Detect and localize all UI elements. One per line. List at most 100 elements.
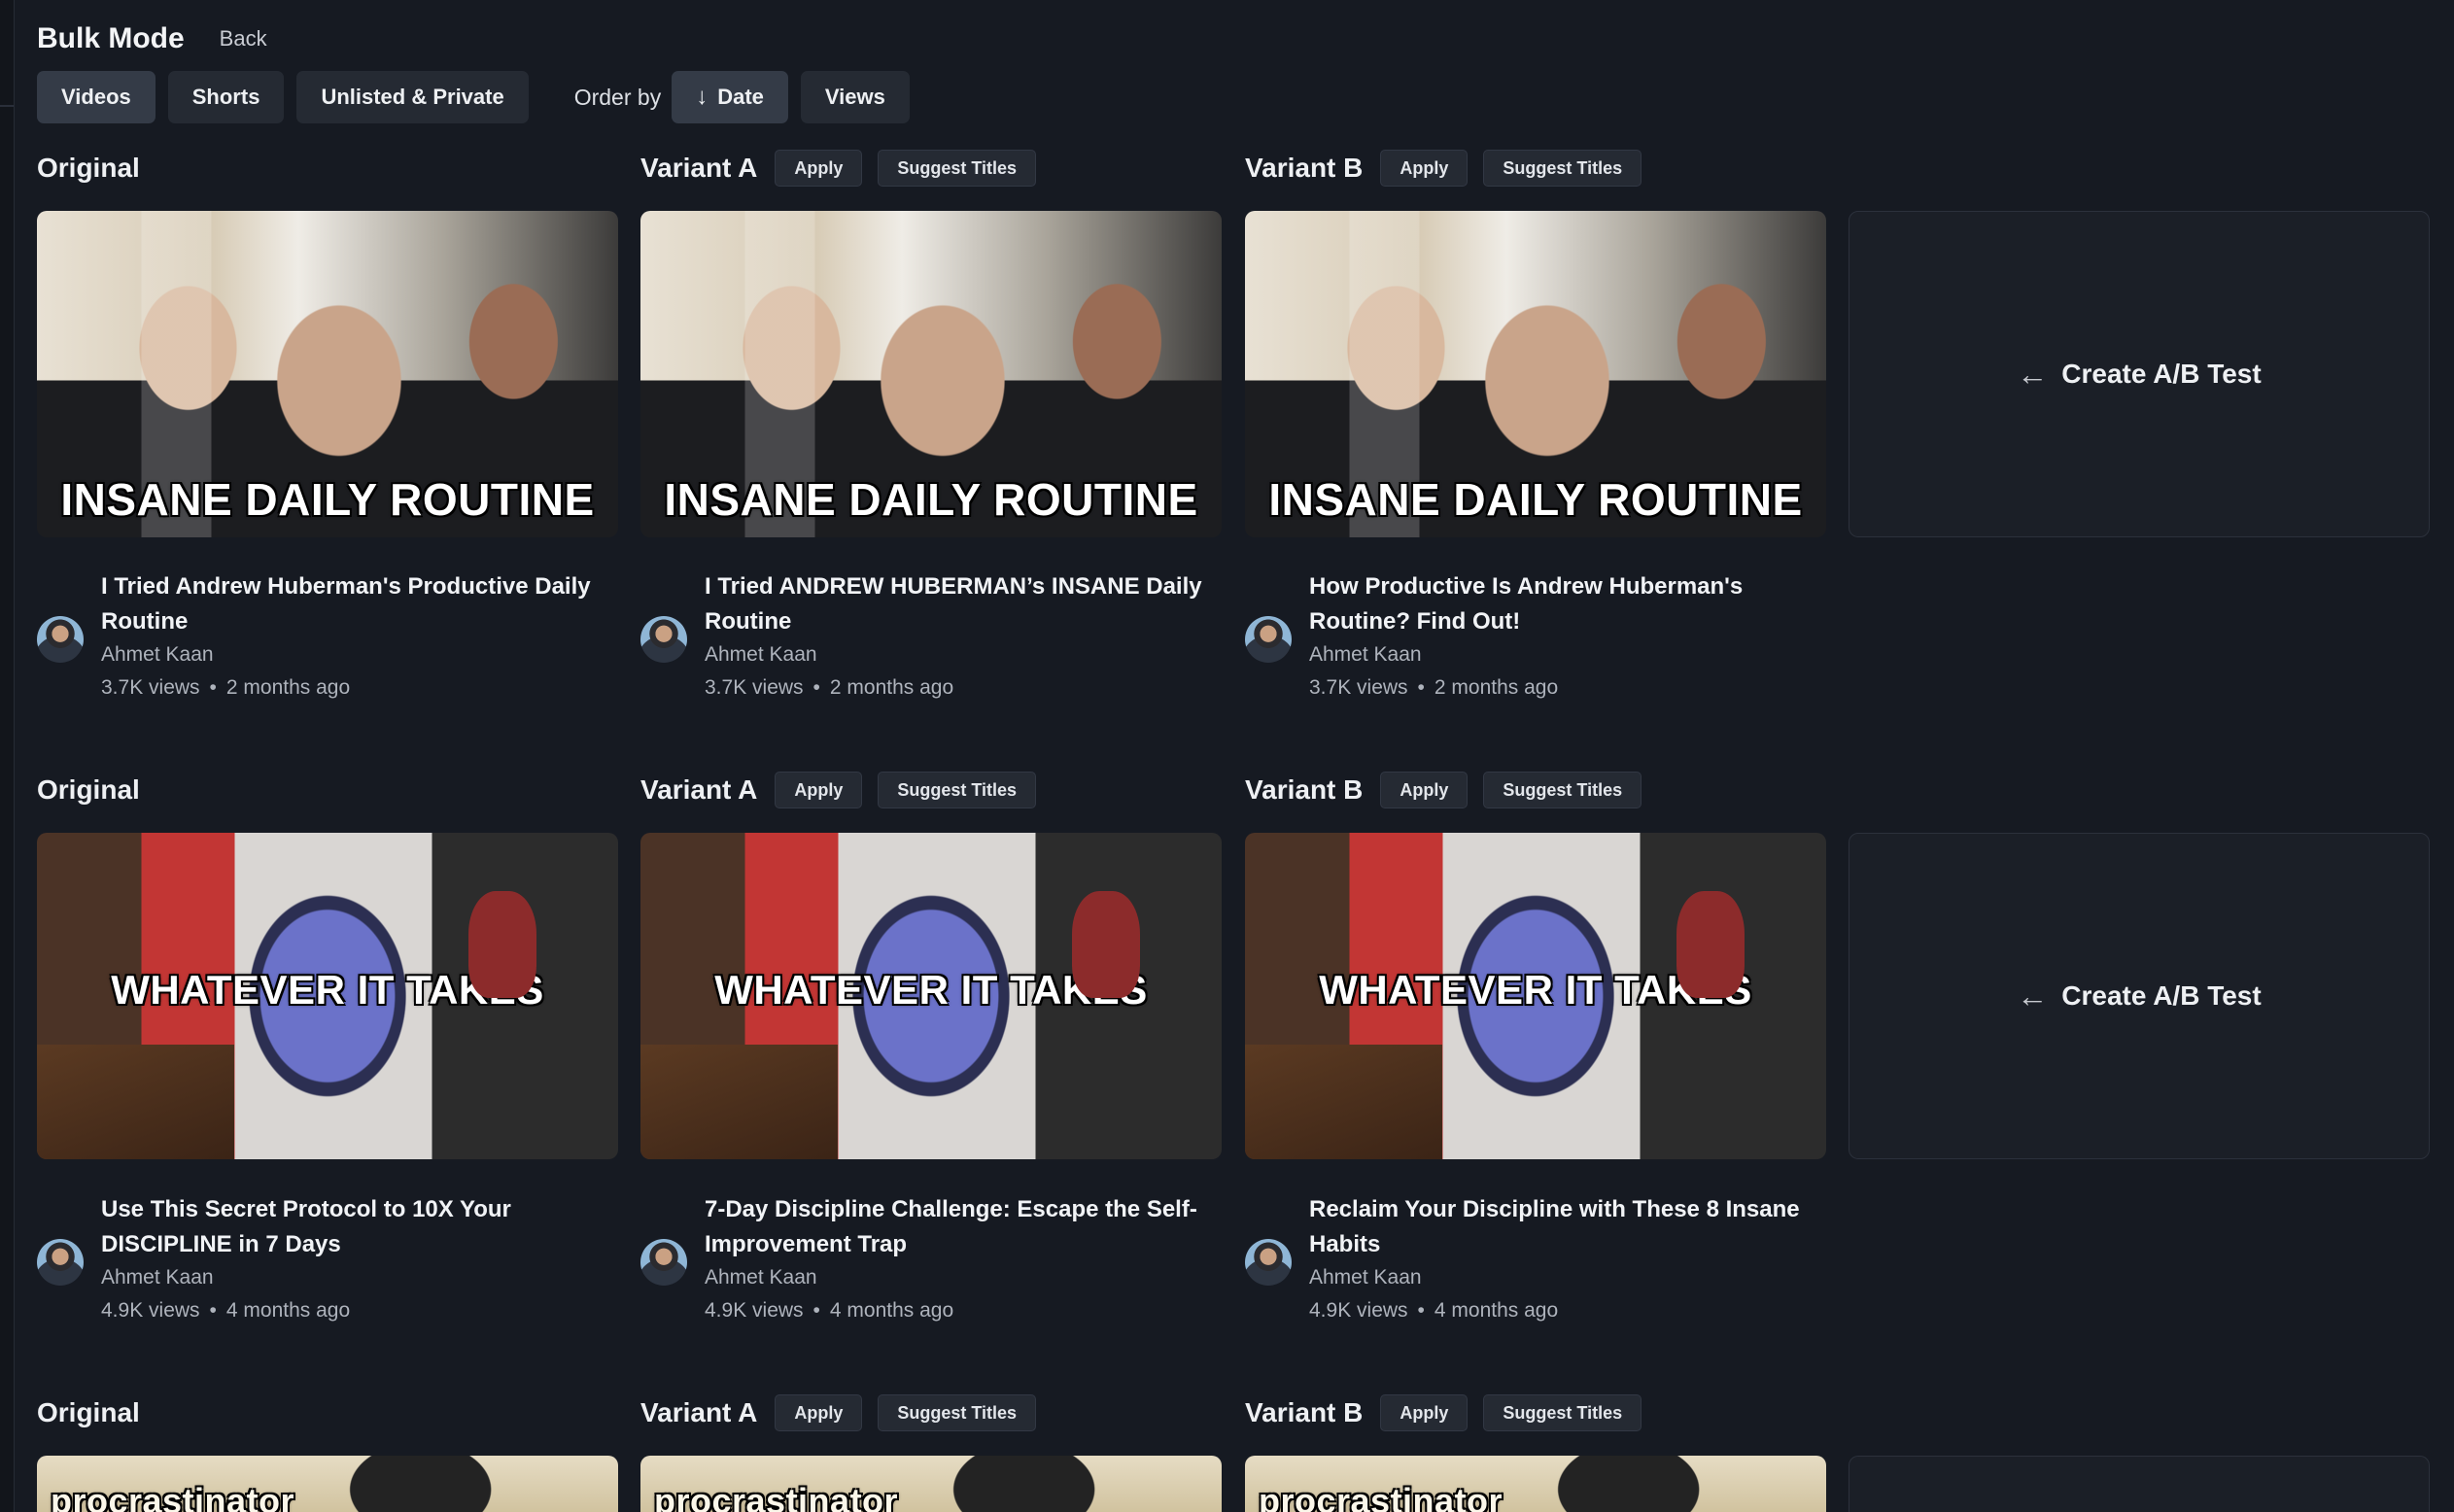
left-rail bbox=[0, 0, 15, 1512]
avatar bbox=[37, 616, 84, 663]
row1-original-header: Original bbox=[37, 149, 142, 188]
view-count: 3.7K views bbox=[101, 676, 200, 699]
original-label: Original bbox=[37, 153, 140, 183]
filter-unlisted-private[interactable]: Unlisted & Private bbox=[296, 71, 529, 123]
upload-age: 4 months ago bbox=[225, 1299, 351, 1322]
thumbnail-caption: INSANE DAILY ROUTINE bbox=[664, 474, 1198, 525]
video-meta-original: I Tried Andrew Huberman's Productive Dai… bbox=[37, 569, 618, 715]
apply-button[interactable]: Apply bbox=[1380, 772, 1469, 808]
row3-variant-b-header: Variant B Apply Suggest Titles bbox=[1245, 1393, 1642, 1432]
thumbnail-variant-b[interactable]: WHATEVER IT TAKES bbox=[1245, 833, 1826, 1159]
video-meta-variant-b: Reclaim Your Discipline with These 8 Ins… bbox=[1245, 1192, 1826, 1338]
video-meta-variant-b: How Productive Is Andrew Huberman's Rout… bbox=[1245, 569, 1826, 715]
channel-name: Ahmet Kaan bbox=[1309, 643, 1422, 666]
arrow-left-icon: ← bbox=[2017, 979, 2049, 1014]
thumbnail-caption: procrastinator bbox=[51, 1481, 295, 1512]
video-stats: 3.7K views • 2 months ago bbox=[705, 676, 954, 699]
create-ab-test-label: Create A/B Test bbox=[2061, 980, 2262, 1011]
toolbar: Videos Shorts Unlisted & Private Order b… bbox=[37, 70, 910, 124]
channel-name: Ahmet Kaan bbox=[101, 643, 214, 666]
thumbnail-caption: procrastinator bbox=[654, 1481, 899, 1512]
channel-name: Ahmet Kaan bbox=[705, 1266, 817, 1289]
apply-button[interactable]: Apply bbox=[775, 1394, 863, 1431]
thumbnail-original[interactable]: INSANE DAILY ROUTINE bbox=[37, 211, 618, 537]
video-stats: 3.7K views • 2 months ago bbox=[1309, 676, 1559, 699]
back-link[interactable]: Back bbox=[220, 26, 267, 52]
thumbnail-variant-b[interactable]: procrastinator bbox=[1245, 1456, 1826, 1512]
row3-variant-a-header: Variant A Apply Suggest Titles bbox=[640, 1393, 1037, 1432]
channel-name: Ahmet Kaan bbox=[101, 1266, 214, 1289]
variant-b-label: Variant B bbox=[1245, 774, 1364, 805]
avatar bbox=[37, 1239, 84, 1286]
order-by-label: Order by bbox=[573, 84, 662, 110]
video-title[interactable]: I Tried Andrew Huberman's Productive Dai… bbox=[101, 569, 616, 639]
video-stats: 4.9K views • 4 months ago bbox=[705, 1299, 954, 1322]
variant-b-label: Variant B bbox=[1245, 153, 1364, 183]
thumbnail-caption: WHATEVER IT TAKES bbox=[1319, 967, 1752, 1013]
row3-original-header: Original bbox=[37, 1393, 142, 1432]
page-header: Bulk Mode Back bbox=[37, 17, 267, 60]
video-title[interactable]: Reclaim Your Discipline with These 8 Ins… bbox=[1309, 1192, 1824, 1262]
variant-b-label: Variant B bbox=[1245, 1397, 1364, 1427]
create-ab-test-card[interactable]: ← Create A/B Test bbox=[1849, 211, 2430, 537]
suggest-titles-button[interactable]: Suggest Titles bbox=[1483, 772, 1642, 808]
upload-age: 4 months ago bbox=[829, 1299, 954, 1322]
thumbnail-caption: WHATEVER IT TAKES bbox=[111, 967, 544, 1013]
video-meta-original: Use This Secret Protocol to 10X Your DIS… bbox=[37, 1192, 618, 1338]
video-meta-variant-a: 7-Day Discipline Challenge: Escape the S… bbox=[640, 1192, 1222, 1338]
suggest-titles-button[interactable]: Suggest Titles bbox=[878, 772, 1037, 808]
order-date-label: Date bbox=[717, 85, 764, 109]
order-views-button[interactable]: Views bbox=[800, 71, 910, 123]
video-meta-variant-a: I Tried ANDREW HUBERMAN’s INSANE Daily R… bbox=[640, 569, 1222, 715]
filter-shorts[interactable]: Shorts bbox=[167, 71, 285, 123]
variant-a-label: Variant A bbox=[640, 774, 758, 805]
original-label: Original bbox=[37, 1397, 140, 1427]
thumbnail-original[interactable]: WHATEVER IT TAKES bbox=[37, 833, 618, 1159]
avatar bbox=[1245, 1239, 1292, 1286]
video-title[interactable]: I Tried ANDREW HUBERMAN’s INSANE Daily R… bbox=[705, 569, 1220, 639]
avatar bbox=[640, 1239, 687, 1286]
video-stats: 3.7K views • 2 months ago bbox=[101, 676, 351, 699]
view-count: 4.9K views bbox=[101, 1299, 200, 1322]
apply-button[interactable]: Apply bbox=[1380, 150, 1469, 187]
filter-videos[interactable]: Videos bbox=[37, 71, 156, 123]
view-count: 4.9K views bbox=[1309, 1299, 1408, 1322]
video-title[interactable]: Use This Secret Protocol to 10X Your DIS… bbox=[101, 1192, 616, 1262]
thumbnail-variant-a[interactable]: WHATEVER IT TAKES bbox=[640, 833, 1222, 1159]
avatar bbox=[1245, 616, 1292, 663]
row1-variant-a-header: Variant A Apply Suggest Titles bbox=[640, 149, 1037, 188]
apply-button[interactable]: Apply bbox=[775, 150, 863, 187]
create-ab-test-card[interactable] bbox=[1849, 1456, 2430, 1512]
original-label: Original bbox=[37, 774, 140, 805]
thumbnail-variant-a[interactable]: INSANE DAILY ROUTINE bbox=[640, 211, 1222, 537]
upload-age: 2 months ago bbox=[1434, 676, 1559, 699]
order-date-button[interactable]: ↓ Date bbox=[672, 71, 788, 123]
view-count: 3.7K views bbox=[1309, 676, 1408, 699]
suggest-titles-button[interactable]: Suggest Titles bbox=[1483, 150, 1642, 187]
video-title[interactable]: How Productive Is Andrew Huberman's Rout… bbox=[1309, 569, 1824, 639]
apply-button[interactable]: Apply bbox=[1380, 1394, 1469, 1431]
create-ab-test-card[interactable]: ← Create A/B Test bbox=[1849, 833, 2430, 1159]
arrow-down-icon: ↓ bbox=[696, 84, 709, 110]
row1-variant-b-header: Variant B Apply Suggest Titles bbox=[1245, 149, 1642, 188]
variant-a-label: Variant A bbox=[640, 153, 758, 183]
avatar bbox=[640, 616, 687, 663]
thumbnail-caption: INSANE DAILY ROUTINE bbox=[1268, 474, 1803, 525]
create-ab-test-label: Create A/B Test bbox=[2061, 359, 2262, 389]
thumbnail-original[interactable]: procrastinator bbox=[37, 1456, 618, 1512]
channel-name: Ahmet Kaan bbox=[705, 643, 817, 666]
view-count: 4.9K views bbox=[705, 1299, 804, 1322]
row2-original-header: Original bbox=[37, 771, 142, 809]
apply-button[interactable]: Apply bbox=[775, 772, 863, 808]
suggest-titles-button[interactable]: Suggest Titles bbox=[1483, 1394, 1642, 1431]
thumbnail-caption: procrastinator bbox=[1259, 1481, 1504, 1512]
thumbnail-variant-b[interactable]: INSANE DAILY ROUTINE bbox=[1245, 211, 1826, 537]
suggest-titles-button[interactable]: Suggest Titles bbox=[878, 1394, 1037, 1431]
row2-variant-b-header: Variant B Apply Suggest Titles bbox=[1245, 771, 1642, 809]
thumbnail-caption: INSANE DAILY ROUTINE bbox=[60, 474, 595, 525]
video-stats: 4.9K views • 4 months ago bbox=[1309, 1299, 1559, 1322]
suggest-titles-button[interactable]: Suggest Titles bbox=[878, 150, 1037, 187]
view-count: 3.7K views bbox=[705, 676, 804, 699]
thumbnail-variant-a[interactable]: procrastinator bbox=[640, 1456, 1222, 1512]
video-title[interactable]: 7-Day Discipline Challenge: Escape the S… bbox=[705, 1192, 1220, 1262]
